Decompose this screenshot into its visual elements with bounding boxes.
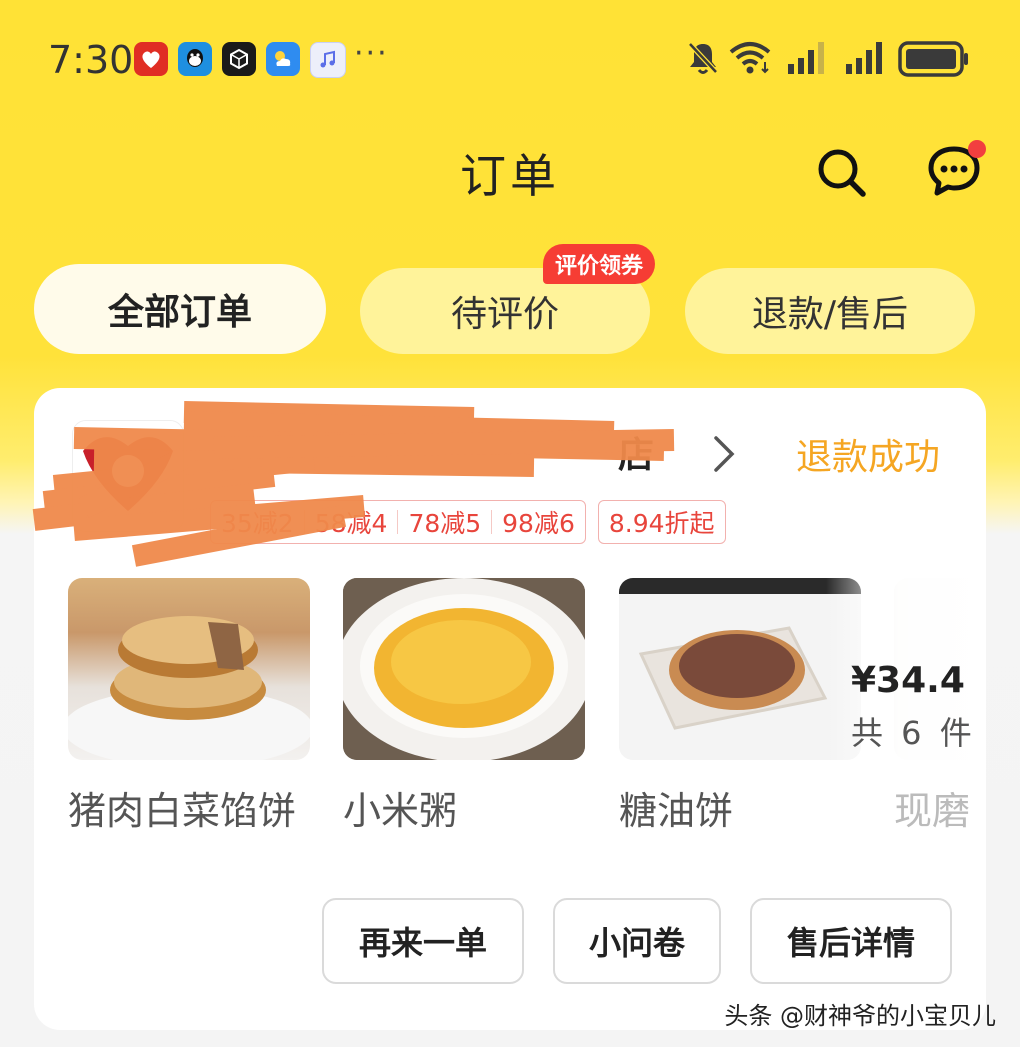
discount-tag: 58减4: [303, 509, 398, 538]
aftersale-details-button[interactable]: 售后详情: [750, 898, 952, 984]
tab-refund-aftersale[interactable]: 退款/售后: [685, 268, 975, 354]
battery-icon: [898, 41, 968, 77]
chevron-right-icon[interactable]: [710, 434, 740, 474]
reorder-button[interactable]: 再来一单: [322, 898, 524, 984]
order-card[interactable]: 店 退款成功 35减2 58减4 78减5 98减6 8.94折起 猪肉白菜馅饼…: [32, 388, 986, 1030]
music-icon: [310, 42, 346, 78]
order-status: 退款成功: [796, 437, 941, 478]
signal-2-icon: [846, 42, 882, 74]
store-name[interactable]: 店: [618, 426, 654, 478]
discount-tags: 35减2 58减4 78减5 98减6 8.94折起: [210, 500, 726, 544]
order-total-price: ¥34.4: [851, 660, 965, 701]
signal-1-icon: [788, 42, 824, 74]
discount-tag: 78减5: [397, 509, 491, 538]
item-name: 糖油饼: [619, 789, 734, 833]
unread-dot: [968, 140, 986, 158]
sugar-oil-cake-photo: [619, 578, 861, 760]
cube-app-icon: [222, 42, 256, 76]
review-coupon-badge: 评价领券: [543, 244, 656, 284]
status-time: 7:30: [48, 38, 134, 82]
order-item[interactable]: 小米粥: [343, 578, 585, 835]
order-item[interactable]: 猪肉白菜馅饼: [68, 578, 310, 835]
status-bar: 7:30 ···: [0, 0, 1020, 120]
mute-bell-icon: [688, 42, 718, 74]
tab-all-orders[interactable]: 全部订单: [34, 264, 326, 354]
millet-porridge-photo: [343, 578, 585, 760]
item-name: 小米粥: [343, 789, 458, 833]
store-logo: [72, 420, 184, 532]
pinduoduo-icon: [134, 42, 168, 76]
discount-group: 35减2 58减4 78减5 98减6: [210, 500, 586, 544]
qq-icon: [178, 42, 212, 76]
survey-button[interactable]: 小问卷: [553, 898, 721, 984]
watermark: 头条 @财神爷的小宝贝儿: [724, 1002, 996, 1030]
discount-tag: 98减6: [491, 509, 585, 538]
order-items[interactable]: 猪肉白菜馅饼 小米粥 糖油饼 现磨: [68, 578, 986, 838]
discount-rate-tag: 8.94折起: [597, 500, 726, 544]
order-item[interactable]: 糖油饼: [619, 578, 861, 835]
discount-tag: 35减2: [221, 509, 294, 538]
item-name: 现磨: [894, 789, 971, 833]
item-name: 猪肉白菜馅饼: [68, 789, 297, 833]
weather-icon: [266, 42, 300, 76]
status-more: ···: [354, 36, 389, 71]
pork-cabbage-pie-photo: [68, 578, 310, 760]
order-item-count: 共 6 件: [851, 714, 976, 752]
search-icon[interactable]: [814, 145, 870, 201]
wifi-icon: [729, 42, 771, 74]
